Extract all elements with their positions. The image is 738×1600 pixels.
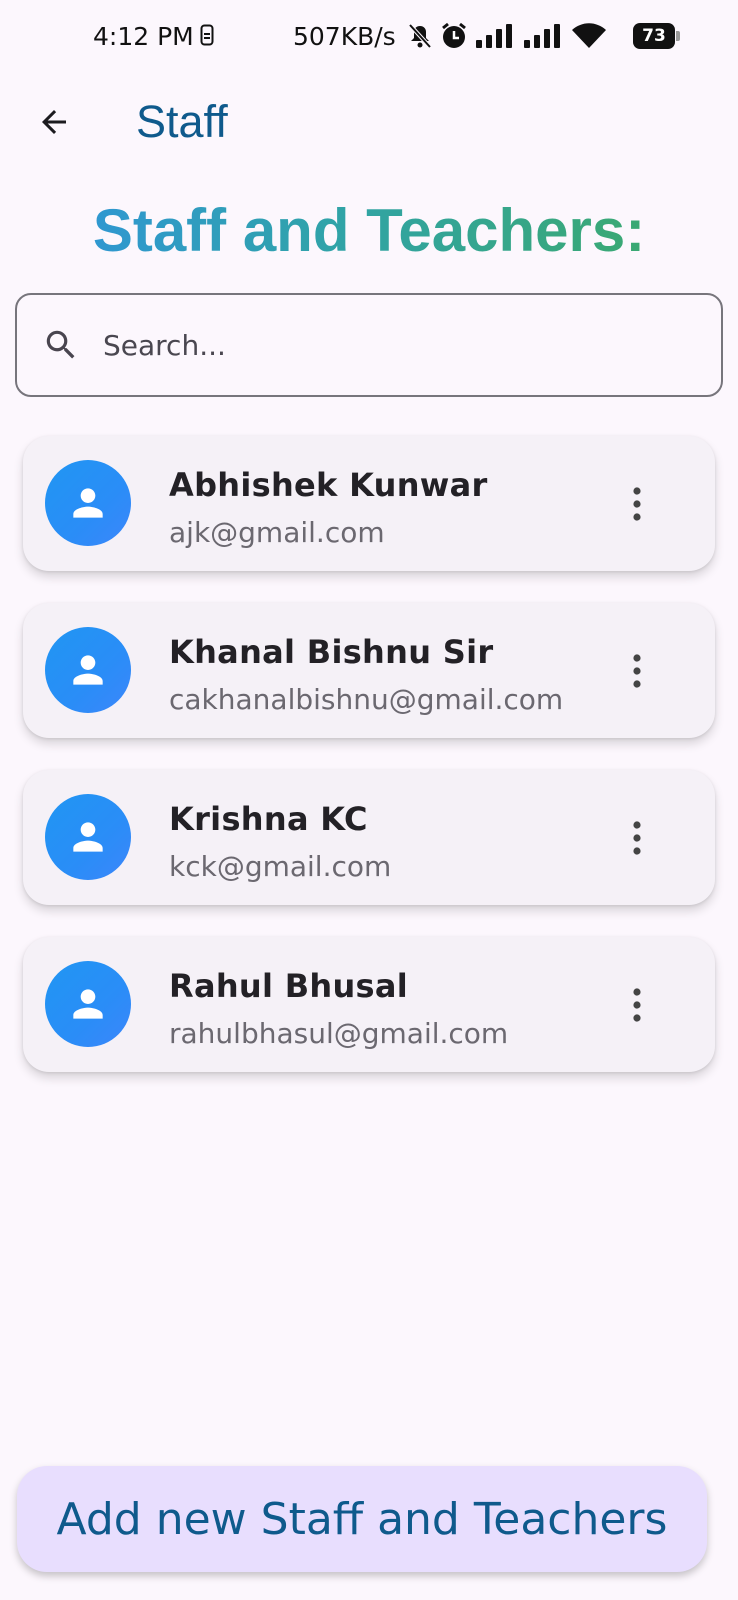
staff-email: ajk@gmail.com — [169, 516, 385, 549]
staff-name: Krishna KC — [169, 800, 368, 838]
more-options-button[interactable] — [619, 480, 655, 528]
more-vert-icon — [633, 821, 641, 855]
status-time: 4:12 PM — [93, 22, 194, 51]
more-vert-icon — [633, 988, 641, 1022]
avatar — [45, 627, 131, 713]
back-button[interactable] — [28, 96, 80, 148]
more-vert-icon — [633, 654, 641, 688]
more-options-button[interactable] — [619, 981, 655, 1029]
page-title: Staff — [136, 96, 228, 147]
avatar — [45, 961, 131, 1047]
staff-name: Khanal Bishnu Sir — [169, 633, 494, 671]
person-icon — [73, 989, 103, 1019]
staff-card[interactable]: Khanal Bishnu Sir cakhanalbishnu@gmail.c… — [23, 603, 715, 738]
person-icon — [73, 822, 103, 852]
search-icon — [41, 325, 81, 365]
add-staff-button[interactable]: Add new Staff and Teachers — [17, 1466, 707, 1572]
staff-name: Rahul Bhusal — [169, 967, 409, 1005]
staff-list: Abhishek Kunwar ajk@gmail.com Khanal Bis… — [23, 436, 715, 1104]
status-bar: 4:12 PM 507KB/s 73 — [0, 0, 738, 72]
staff-name: Abhishek Kunwar — [169, 466, 488, 504]
staff-email: cakhanalbishnu@gmail.com — [169, 683, 564, 716]
more-vert-icon — [633, 487, 641, 521]
search-input[interactable] — [103, 328, 683, 362]
battery-level: 73 — [633, 23, 675, 49]
staff-email: rahulbhasul@gmail.com — [169, 1017, 509, 1050]
mute-bell-icon — [408, 23, 432, 49]
staff-screen: 4:12 PM 507KB/s 73 Staff Staff and Teach… — [0, 0, 738, 1600]
search-box[interactable] — [15, 293, 723, 397]
staff-card[interactable]: Abhishek Kunwar ajk@gmail.com — [23, 436, 715, 571]
staff-card[interactable]: Krishna KC kck@gmail.com — [23, 770, 715, 905]
staff-card[interactable]: Rahul Bhusal rahulbhasul@gmail.com — [23, 937, 715, 1072]
avatar — [45, 794, 131, 880]
battery-icon: 73 — [633, 23, 683, 49]
more-options-button[interactable] — [619, 814, 655, 862]
person-icon — [73, 488, 103, 518]
person-icon — [73, 655, 103, 685]
more-options-button[interactable] — [619, 647, 655, 695]
status-icons — [408, 20, 606, 52]
signal-icon — [476, 24, 512, 48]
sim-icon — [200, 24, 214, 46]
alarm-icon — [442, 22, 466, 48]
network-speed: 507KB/s — [293, 22, 396, 51]
staff-email: kck@gmail.com — [169, 850, 392, 883]
arrow-back-icon — [42, 110, 66, 134]
avatar — [45, 460, 131, 546]
signal-icon — [524, 24, 560, 48]
section-heading: Staff and Teachers: — [0, 196, 738, 265]
wifi-icon — [572, 23, 606, 48]
